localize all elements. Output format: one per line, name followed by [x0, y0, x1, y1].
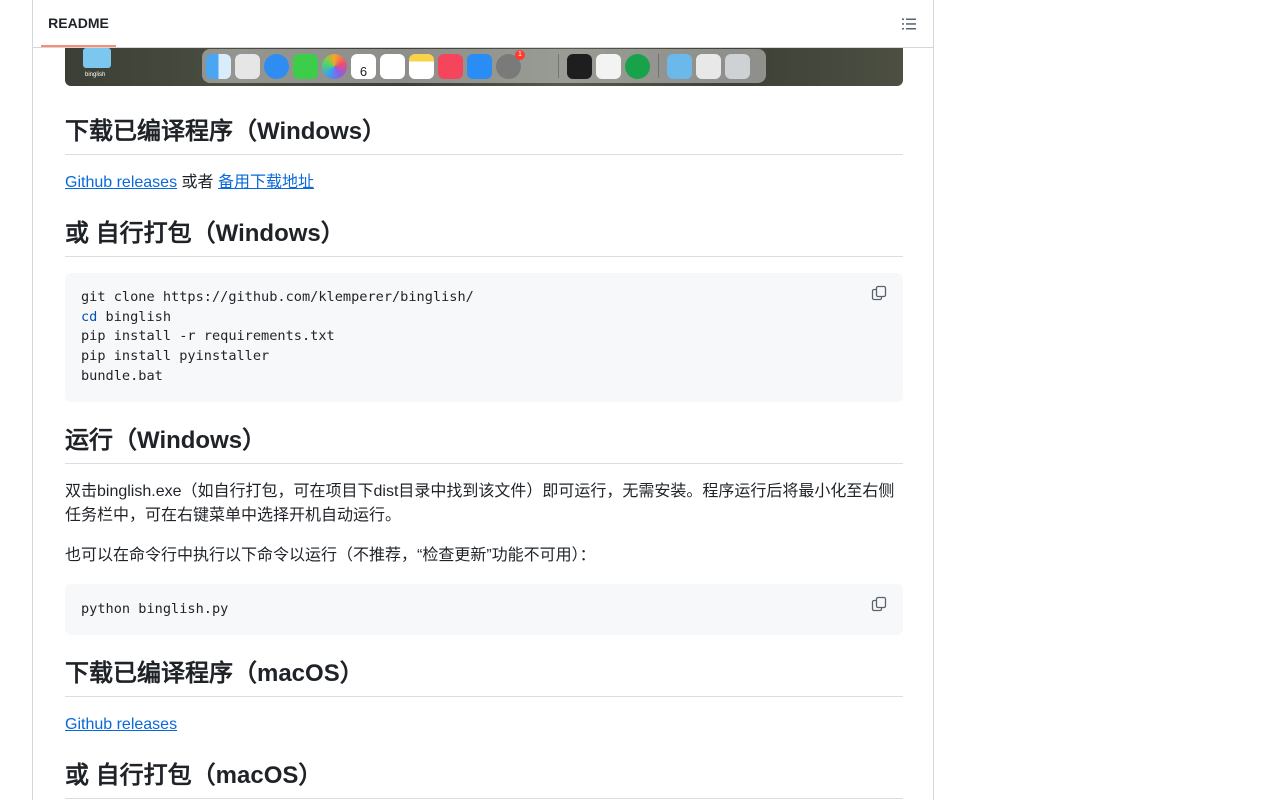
- backup-download-link[interactable]: 备用下载地址: [218, 174, 314, 191]
- section-title-build-macos: 或 自行打包（macOS）: [65, 761, 903, 800]
- dock-separator: [558, 54, 559, 78]
- dock: 6 1: [202, 49, 766, 83]
- app-store-icon: [467, 53, 492, 79]
- notification-badge: 1: [515, 49, 525, 60]
- photos-icon: [322, 53, 347, 79]
- code-line: python binglish.py: [81, 600, 229, 617]
- code-block-build: git clone https://github.com/klemperer/b…: [65, 273, 903, 402]
- textedit-icon: [596, 53, 621, 79]
- download-links-windows: Github releases 或者 备用下载地址: [65, 171, 903, 195]
- bing-icon: [625, 53, 650, 79]
- folder-label: binglish: [85, 72, 106, 78]
- finder-icon: [206, 53, 231, 79]
- safari-icon: [264, 53, 289, 79]
- github-releases-link[interactable]: Github releases: [65, 716, 177, 733]
- macos-desktop-screenshot: binglish 6 1: [65, 48, 903, 86]
- connector-text: 或者: [177, 174, 218, 191]
- code-block-run: python binglish.py: [65, 583, 903, 636]
- system-settings-icon: 1: [496, 49, 525, 79]
- code-line: pip install pyinstaller: [81, 348, 270, 365]
- trash-icon: [725, 53, 750, 79]
- list-outline-icon: [902, 18, 916, 30]
- music-icon: [438, 53, 463, 79]
- code-line: bundle.bat: [81, 367, 163, 384]
- copy-icon: [871, 596, 887, 611]
- readme-content: binglish 6 1 下载已编译程序（Windows） Github rel…: [65, 48, 903, 800]
- terminal-icon: [567, 53, 592, 79]
- section-title-download-macos: 下载已编译程序（macOS）: [65, 659, 903, 698]
- calendar-icon: 6: [351, 53, 376, 79]
- cli-instructions: 也可以在命令行中执行以下命令以运行（不推荐，“检查更新”功能不可用）：: [65, 546, 596, 564]
- folder-icon: [83, 48, 111, 68]
- copy-code-button[interactable]: [871, 285, 889, 303]
- readme-panel: README binglish 6 1 下载已编译程序（Windows） Git…: [32, 0, 934, 800]
- github-releases-link[interactable]: Github releases: [65, 174, 177, 191]
- readme-header: README: [33, 0, 933, 48]
- section-title-build-windows: 或 自行打包（Windows）: [65, 219, 903, 257]
- copy-icon: [871, 285, 887, 301]
- code-keyword: cd: [81, 308, 98, 325]
- download-links-macos: Github releases: [65, 713, 903, 737]
- messages-icon: [293, 53, 318, 79]
- launchpad-icon: [235, 53, 260, 79]
- copy-code-button[interactable]: [871, 596, 889, 614]
- preview-icon: [696, 53, 721, 79]
- section-title-download-windows: 下载已编译程序（Windows）: [65, 117, 903, 155]
- calendar-day: 6: [359, 63, 368, 79]
- code-line: pip install -r requirements.txt: [81, 328, 335, 345]
- dock-separator: [658, 54, 659, 78]
- outline-button[interactable]: [899, 14, 919, 34]
- rocket-icon: [525, 54, 550, 79]
- code-line: cd binglish: [81, 308, 887, 328]
- section-title-run-windows: 运行（Windows）: [65, 426, 903, 464]
- code-line: git clone https://github.com/klemperer/b…: [81, 289, 474, 305]
- tab-readme[interactable]: README: [41, 0, 116, 47]
- run-instructions: 双击binglish.exe（如自行打包，可在项目下dist目录中找到该文件）即…: [65, 482, 895, 524]
- code-text: binglish: [97, 308, 172, 325]
- downloads-folder-icon: [667, 53, 692, 79]
- notes-icon: [409, 53, 434, 79]
- reminders-icon: [380, 53, 405, 79]
